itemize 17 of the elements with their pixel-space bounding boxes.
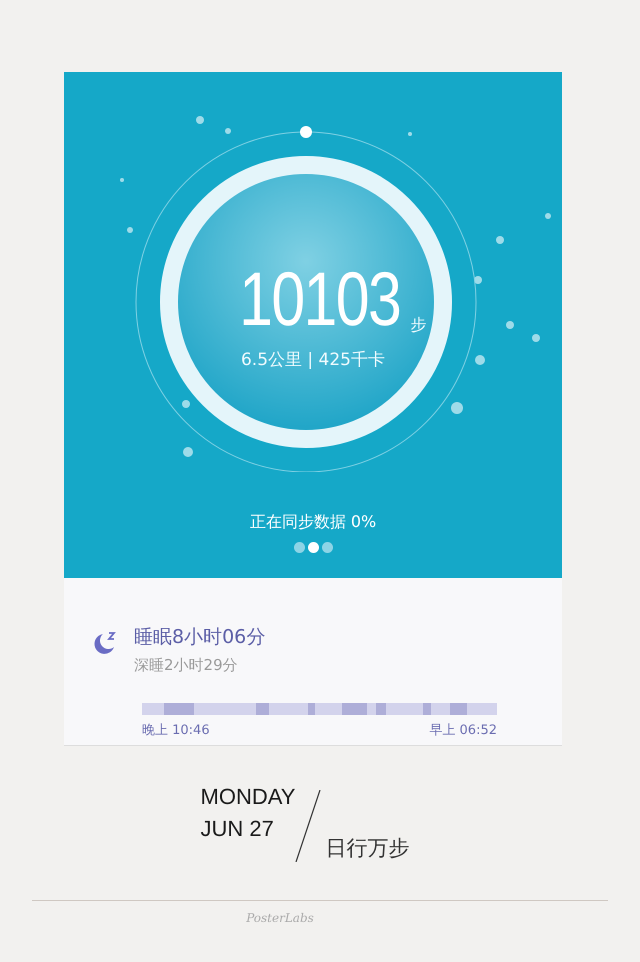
step-unit: 步	[410, 315, 427, 336]
deep-sleep: 深睡2小时29分	[134, 656, 239, 675]
page-dot[interactable]	[322, 542, 332, 553]
weekday: MONDAY	[200, 784, 296, 810]
sleep-duration: 睡眠8小时06分	[134, 625, 266, 650]
distance-calories: 6.5公里 | 425千卡	[240, 349, 386, 371]
step-count: 10103	[239, 262, 401, 338]
sleep-start-time: 晚上 10:46	[142, 722, 210, 739]
wake-time: 早上 06:52	[429, 722, 497, 739]
moon-icon	[92, 630, 118, 656]
page-dot[interactable]	[308, 542, 318, 553]
motto: 日行万步	[325, 835, 410, 862]
date-label: JUN 27	[200, 816, 275, 842]
sync-status: 正在同步数据 0%	[248, 512, 378, 533]
brand-signature: PosterLabs	[246, 911, 314, 925]
page-dot[interactable]	[294, 542, 304, 553]
slash-line	[295, 790, 322, 862]
